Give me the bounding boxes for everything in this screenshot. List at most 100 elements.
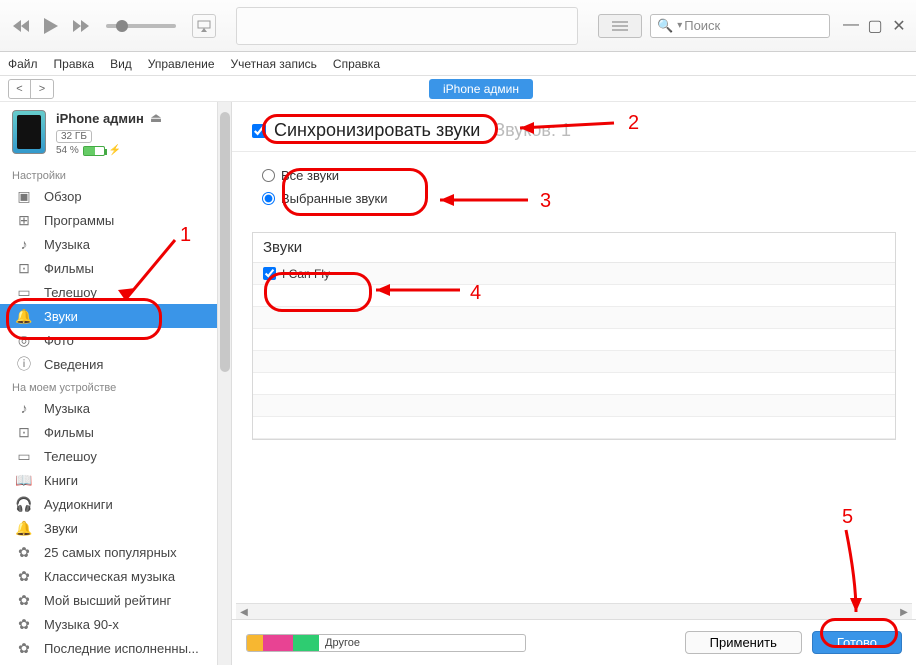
sidebar-device-item-Книги[interactable]: 📖Книги bbox=[0, 468, 231, 492]
apply-button[interactable]: Применить bbox=[685, 631, 802, 654]
radio-all-input[interactable] bbox=[262, 169, 275, 182]
sidebar-icon: 🔔 bbox=[14, 520, 34, 536]
radio-selected-input[interactable] bbox=[262, 192, 275, 205]
close-button[interactable]: ✕ bbox=[890, 16, 908, 36]
maximize-button[interactable]: ▢ bbox=[866, 16, 884, 36]
capacity-badge: 32 ГБ bbox=[56, 130, 92, 143]
sidebar-icon: ✿ bbox=[14, 544, 34, 560]
search-input[interactable]: 🔍 ▾ Поиск bbox=[650, 14, 830, 38]
sidebar-icon: 🎧 bbox=[14, 496, 34, 512]
sidebar-scrollbar[interactable] bbox=[217, 102, 231, 665]
sidebar-item-label: Звуки bbox=[44, 309, 78, 324]
storage-seg-1 bbox=[247, 635, 263, 651]
sidebar-device-item-Классическая музыка[interactable]: ✿ Классическая музыка bbox=[0, 564, 231, 588]
battery-percent: 54 % bbox=[56, 145, 79, 156]
menubar: Файл Правка Вид Управление Учетная запис… bbox=[0, 52, 916, 76]
nav-back-button[interactable]: < bbox=[9, 80, 31, 98]
main-panel: Синхронизировать звуки Звуков: 1 Все зву… bbox=[232, 102, 916, 665]
sidebar-item-Программы[interactable]: ⊞Программы bbox=[0, 208, 231, 232]
sidebar-icon: ⊡ bbox=[14, 424, 34, 440]
hscroll-left-icon[interactable]: ◀ bbox=[236, 604, 252, 620]
sidebar-icon: 🔔 bbox=[14, 308, 34, 324]
radio-all-label: Все звуки bbox=[281, 168, 339, 183]
sidebar-item-Сведения[interactable]: ⓘ Сведения bbox=[0, 352, 231, 376]
sidebar-section-device: На моем устройстве bbox=[0, 376, 231, 396]
storage-seg-2 bbox=[263, 635, 293, 651]
sidebar-item-label: Обзор bbox=[44, 189, 82, 204]
sync-checkbox[interactable] bbox=[252, 124, 266, 138]
airplay-button[interactable] bbox=[192, 14, 216, 38]
radio-block: Все звуки Выбранные звуки bbox=[232, 152, 916, 222]
sidebar-icon: ⊡ bbox=[14, 260, 34, 276]
sound-row[interactable]: I Can Fly bbox=[253, 263, 895, 285]
sound-row-empty bbox=[253, 285, 895, 307]
eject-icon[interactable]: ⏏ bbox=[150, 110, 162, 126]
hscroll-right-icon[interactable]: ▶ bbox=[896, 604, 912, 620]
sidebar-item-label: Фильмы bbox=[44, 425, 94, 440]
sidebar-item-Фото[interactable]: ◎Фото bbox=[0, 328, 231, 352]
sidebar-item-label: Мой высший рейтинг bbox=[44, 593, 171, 608]
menu-help[interactable]: Справка bbox=[333, 57, 380, 71]
sidebar-item-label: Сведения bbox=[44, 357, 103, 372]
sidebar-item-label: Классическая музыка bbox=[44, 569, 175, 584]
radio-selected-sounds[interactable]: Выбранные звуки bbox=[262, 187, 886, 210]
sidebar-device-item-Аудиокниги[interactable]: 🎧 Аудиокниги bbox=[0, 492, 231, 516]
play-button[interactable] bbox=[38, 13, 64, 39]
sidebar-item-Фильмы[interactable]: ⊡ Фильмы bbox=[0, 256, 231, 280]
sync-header: Синхронизировать звуки Звуков: 1 bbox=[232, 102, 916, 152]
titlebar: 🔍 ▾ Поиск — ▢ ✕ bbox=[0, 0, 916, 52]
sidebar-item-Звуки[interactable]: 🔔 Звуки bbox=[0, 304, 231, 328]
sound-row-empty bbox=[253, 307, 895, 329]
sidebar-item-label: Фильмы bbox=[44, 261, 94, 276]
nav-forward-button[interactable]: > bbox=[31, 80, 53, 98]
sounds-panel-title: Звуки bbox=[253, 233, 895, 263]
sidebar-device-item-Последние исполненны...[interactable]: ✿Последние исполненны... bbox=[0, 636, 231, 660]
minimize-button[interactable]: — bbox=[842, 16, 860, 36]
volume-slider[interactable] bbox=[106, 24, 176, 28]
prev-button[interactable] bbox=[8, 13, 34, 39]
menu-edit[interactable]: Правка bbox=[54, 57, 95, 71]
storage-seg-3 bbox=[293, 635, 319, 651]
sidebar-device-item-Звуки[interactable]: 🔔Звуки bbox=[0, 516, 231, 540]
sound-checkbox[interactable] bbox=[263, 267, 276, 280]
sidebar-item-label: Телешоу bbox=[44, 285, 97, 300]
storage-other-label: Другое bbox=[319, 635, 366, 651]
sidebar-item-Телешоу[interactable]: ▭ Телешоу bbox=[0, 280, 231, 304]
sidebar-device-item-Музыка[interactable]: ♪Музыка bbox=[0, 396, 231, 420]
sidebar-device-item-Мой высший рейтинг[interactable]: ✿Мой высший рейтинг bbox=[0, 588, 231, 612]
sidebar-device-item-Музыка 90-х[interactable]: ✿Музыка 90-х bbox=[0, 612, 231, 636]
radio-all-sounds[interactable]: Все звуки bbox=[262, 164, 886, 187]
sidebar-item-label: Последние исполненны... bbox=[44, 641, 199, 656]
sidebar-device-item-Телешоу[interactable]: ▭Телешоу bbox=[0, 444, 231, 468]
sidebar-icon: ♪ bbox=[14, 236, 34, 252]
sound-row-empty bbox=[253, 351, 895, 373]
sidebar-icon: ▭ bbox=[14, 284, 34, 300]
playback-controls bbox=[8, 13, 216, 39]
sync-title: Синхронизировать звуки bbox=[274, 120, 480, 141]
menu-view[interactable]: Вид bbox=[110, 57, 132, 71]
search-icon: 🔍 bbox=[657, 18, 673, 34]
menu-account[interactable]: Учетная запись bbox=[231, 57, 317, 71]
sidebar-icon: ⓘ bbox=[14, 356, 34, 372]
next-button[interactable] bbox=[68, 13, 94, 39]
device-pill[interactable]: iPhone админ bbox=[429, 79, 533, 99]
sound-name: I Can Fly bbox=[282, 267, 330, 281]
sidebar-item-label: Аудиокниги bbox=[44, 497, 113, 512]
sidebar-item-label: Музыка 90-х bbox=[44, 617, 119, 632]
list-view-button[interactable] bbox=[598, 14, 642, 38]
done-button[interactable]: Готово bbox=[812, 631, 902, 654]
sidebar-icon: ✿ bbox=[14, 568, 34, 584]
sidebar-device-item-Фильмы[interactable]: ⊡ Фильмы bbox=[0, 420, 231, 444]
sidebar-item-Обзор[interactable]: ▣Обзор bbox=[0, 184, 231, 208]
sound-list: I Can Fly bbox=[253, 263, 895, 439]
menu-file[interactable]: Файл bbox=[8, 57, 38, 71]
sidebar-device-item-25 самых популярных[interactable]: ✿25 самых популярных bbox=[0, 540, 231, 564]
sidebar-item-label: Телешоу bbox=[44, 449, 97, 464]
menu-controls[interactable]: Управление bbox=[148, 57, 215, 71]
sync-count: Звуков: 1 bbox=[494, 120, 571, 141]
sidebar: iPhone админ ⏏ 32 ГБ 54 % ⚡ Настройки ▣О… bbox=[0, 102, 232, 665]
sidebar-section-settings: Настройки bbox=[0, 164, 231, 184]
sidebar-item-label: Программы bbox=[44, 213, 114, 228]
horizontal-scrollbar[interactable]: ◀ ▶ bbox=[236, 603, 912, 619]
sidebar-item-Музыка[interactable]: ♪Музыка bbox=[0, 232, 231, 256]
